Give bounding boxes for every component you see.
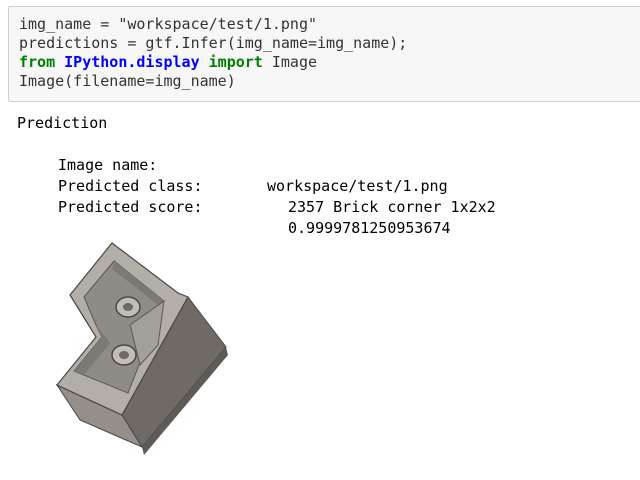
- output-value: 0.9999781250953674: [288, 219, 451, 237]
- code-text: predictions = gtf.Infer(img_name=img_nam…: [19, 34, 408, 52]
- keyword-from: from: [19, 53, 56, 71]
- code-text: Image(filename=img_name): [19, 72, 236, 90]
- code-line: predictions = gtf.Infer(img_name=img_nam…: [19, 34, 640, 53]
- output-key: Predicted score:: [58, 198, 203, 216]
- output-value: 2357 Brick corner 1x2x2: [288, 198, 496, 216]
- output-row-image-name: Image name: workspace/test/1.png: [17, 134, 632, 195]
- code-text: img_name = "workspace/test/1.png": [19, 15, 318, 33]
- code-line: img_name = "workspace/test/1.png": [19, 15, 640, 34]
- module-name: IPython.display: [64, 53, 200, 71]
- output-heading: Prediction: [17, 114, 108, 132]
- output-row-predicted-class: Predicted class: 2357 Brick corner 1x2x2: [17, 155, 632, 216]
- lego-brick-corner-icon: [55, 242, 228, 455]
- stud-top: [115, 296, 141, 318]
- code-cell[interactable]: img_name = "workspace/test/1.png" predic…: [8, 6, 640, 102]
- cell-output: Prediction Image name: workspace/test/1.…: [17, 113, 632, 237]
- code-line: Image(filename=img_name): [19, 72, 640, 91]
- code-line: from IPython.display import Image: [19, 53, 640, 72]
- stud-bottom: [111, 344, 137, 366]
- keyword-import: import: [208, 53, 263, 71]
- import-target: Image: [271, 53, 318, 71]
- lego-brick-corner-icon: [40, 225, 260, 465]
- output-row-predicted-score: Predicted score: 0.9999781250953674: [17, 176, 632, 237]
